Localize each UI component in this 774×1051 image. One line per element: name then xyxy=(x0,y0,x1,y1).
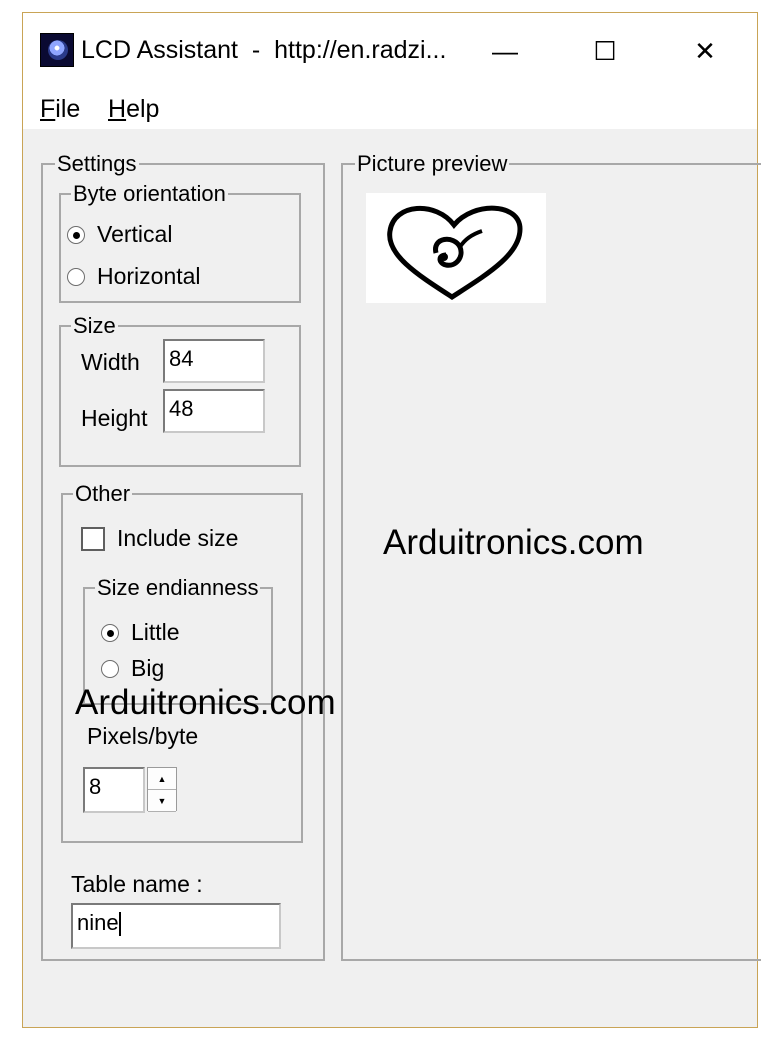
width-input[interactable]: 84 xyxy=(163,339,265,383)
spin-up-icon[interactable]: ▲ xyxy=(148,768,176,790)
menu-file-mnemonic: F xyxy=(40,95,56,123)
menu-help-label: elp xyxy=(126,95,160,123)
other-group-label: Other xyxy=(73,481,133,507)
window-title: LCD Assistant - http://en.radzi... xyxy=(81,36,447,64)
heart-with-thai-nine-icon xyxy=(387,205,523,300)
radio-horizontal-dot[interactable] xyxy=(67,267,85,286)
table-name-value: nine xyxy=(77,910,119,935)
menu-help-mnemonic: H xyxy=(108,95,127,123)
menu-file[interactable]: File xyxy=(40,95,80,124)
pixels-per-byte-spinner: ▲ ▼ xyxy=(147,767,177,812)
spin-down-icon[interactable]: ▼ xyxy=(148,790,176,812)
watermark-text: Arduitronics.com xyxy=(75,683,336,722)
settings-group: Settings Byte orientation Vertical Horiz… xyxy=(41,151,325,961)
height-input[interactable]: 48 xyxy=(163,389,265,433)
radio-horizontal[interactable]: Horizontal xyxy=(67,263,201,290)
radio-little-label: Little xyxy=(131,619,180,645)
radio-horizontal-label: Horizontal xyxy=(97,263,201,289)
menu-help[interactable]: Help xyxy=(108,95,159,124)
size-group-label: Size xyxy=(71,313,118,339)
include-size-checkbox[interactable] xyxy=(81,527,105,551)
menu-file-label: ile xyxy=(55,95,81,123)
other-group: Other Include size Size endianness Littl… xyxy=(61,481,303,843)
size-group: Size Width 84 Height 48 xyxy=(59,313,301,467)
maximize-button[interactable]: ☐ xyxy=(575,31,635,71)
settings-group-label: Settings xyxy=(55,151,139,177)
radio-little-dot[interactable] xyxy=(101,623,119,642)
radio-big-label: Big xyxy=(131,655,165,681)
radio-big[interactable]: Big xyxy=(101,655,164,682)
picture-preview-label: Picture preview xyxy=(355,151,510,177)
size-endianness-label: Size endianness xyxy=(95,575,261,601)
preview-image xyxy=(366,193,546,303)
include-size-label: Include size xyxy=(117,525,239,551)
radio-big-dot[interactable] xyxy=(101,659,119,678)
byte-orientation-group: Byte orientation Vertical Horizontal xyxy=(59,181,301,303)
text-cursor xyxy=(118,912,121,937)
title-bar[interactable]: LCD Assistant - http://en.radzi... — ☐ ✕ xyxy=(23,13,757,85)
app-window: LCD Assistant - http://en.radzi... — ☐ ✕… xyxy=(22,12,761,1028)
radio-vertical-label: Vertical xyxy=(97,221,173,247)
radio-little[interactable]: Little xyxy=(101,619,180,646)
close-button[interactable]: ✕ xyxy=(675,31,735,71)
pixels-per-byte-label: Pixels/byte xyxy=(87,723,199,749)
watermark-text: Arduitronics.com xyxy=(383,523,644,562)
radio-vertical-dot[interactable] xyxy=(67,225,85,244)
table-name-label: Table name : xyxy=(71,871,203,897)
pixels-per-byte-input[interactable]: 8 xyxy=(83,767,145,813)
menu-bar: File Help xyxy=(23,85,757,129)
byte-orientation-label: Byte orientation xyxy=(71,181,228,207)
width-label: Width xyxy=(81,349,140,375)
eye-icon[interactable] xyxy=(40,33,74,67)
radio-vertical[interactable]: Vertical xyxy=(67,221,172,248)
height-label: Height xyxy=(81,405,148,431)
minimize-button[interactable]: — xyxy=(475,31,535,71)
table-name-input[interactable]: nine xyxy=(71,903,281,949)
